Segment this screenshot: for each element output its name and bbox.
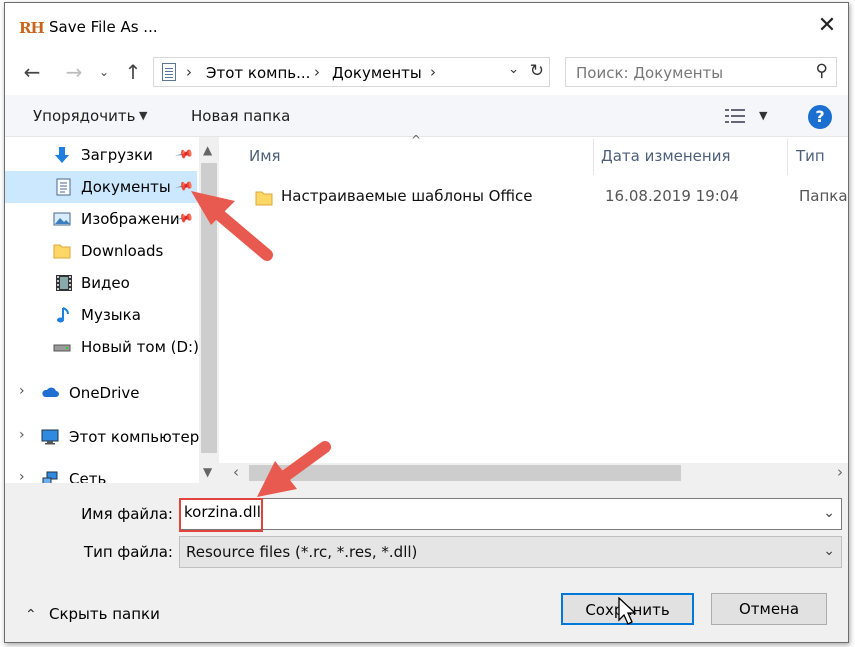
- pin-icon[interactable]: 📌: [174, 176, 194, 196]
- search-input[interactable]: Поиск: Документы: [576, 64, 723, 82]
- download-arrow-icon: [55, 147, 69, 163]
- expand-chevron-icon[interactable]: ›: [19, 427, 25, 443]
- column-header-date[interactable]: Дата изменения: [601, 147, 731, 165]
- file-date: 16.08.2019 19:04: [605, 187, 739, 205]
- view-details-icon[interactable]: [725, 108, 745, 124]
- sidebar-item-label: Музыка: [81, 306, 141, 324]
- cloud-icon: [42, 387, 59, 397]
- filetype-value: Resource files (*.rc, *.res, *.dll): [186, 543, 418, 561]
- pictures-icon: [53, 212, 71, 226]
- sidebar-item-label: Загрузки: [81, 146, 153, 164]
- title-bar: RH Save File As ... ✕: [5, 3, 848, 53]
- recent-locations-chevron-icon[interactable]: ⌄: [97, 59, 111, 85]
- video-icon: [56, 275, 72, 291]
- file-type: Папка с: [799, 187, 848, 205]
- scroll-down-icon[interactable]: ▼: [203, 465, 212, 479]
- close-icon[interactable]: ✕: [814, 13, 840, 39]
- column-header-type[interactable]: Тип: [796, 147, 825, 165]
- navigation-pane: Загрузки 📌 Документы 📌 Изображени 📌 Down…: [5, 137, 219, 483]
- sidebar-item-label: Новый том (D:): [81, 338, 199, 356]
- sidebar-item-label: Видео: [81, 274, 130, 292]
- back-arrow-icon[interactable]: ←: [19, 59, 45, 85]
- sidebar-item-network[interactable]: › Сеть: [5, 463, 197, 483]
- sidebar-item-label: Сеть: [69, 470, 107, 483]
- annotation-highlight-box: [179, 498, 263, 532]
- file-name: Настраиваемые шаблоны Office: [281, 187, 533, 205]
- hide-folders-label: Скрыть папки: [49, 605, 160, 623]
- breadcrumb-separator-icon: ›: [314, 63, 320, 81]
- music-note-icon: [57, 307, 69, 323]
- new-folder-button[interactable]: Новая папка: [191, 107, 290, 125]
- filetype-label: Тип файла:: [83, 543, 173, 561]
- table-row[interactable]: Настраиваемые шаблоны Office 16.08.2019 …: [247, 183, 848, 213]
- forward-arrow-icon[interactable]: →: [61, 59, 87, 85]
- navigation-bar: ← → ⌄ ↑ › Этот компь... › Документы › ⌄ …: [5, 53, 848, 93]
- save-button[interactable]: Сохранить: [561, 593, 694, 625]
- computer-icon: [41, 429, 59, 445]
- column-divider[interactable]: [593, 139, 594, 175]
- address-bar[interactable]: › Этот компь... › Документы › ⌄ ↻: [153, 57, 550, 87]
- sidebar-item-downloads-ru[interactable]: Загрузки 📌: [5, 139, 197, 171]
- sidebar-item-pictures[interactable]: Изображени 📌: [5, 203, 197, 235]
- filename-field[interactable]: korzina.dll ⌄: [179, 498, 842, 532]
- file-list: ^ Имя Дата изменения Тип Настраиваемые ш…: [219, 133, 848, 483]
- sidebar-item-drive-d[interactable]: Новый том (D:): [5, 331, 199, 363]
- sidebar-item-this-pc[interactable]: › Этот компьютер: [5, 421, 200, 453]
- sidebar-item-label: Downloads: [81, 242, 164, 260]
- sort-ascending-icon: ^: [411, 133, 422, 147]
- folder-icon: [53, 244, 71, 259]
- expand-chevron-icon[interactable]: ›: [19, 469, 25, 483]
- sidebar-item-music[interactable]: Музыка: [5, 299, 197, 331]
- sidebar-item-video[interactable]: Видео: [5, 267, 197, 299]
- filename-label: Имя файла:: [81, 505, 173, 523]
- filetype-select[interactable]: Resource files (*.rc, *.res, *.dll) ⌄: [179, 536, 842, 568]
- scroll-up-icon[interactable]: ▲: [203, 143, 212, 157]
- network-icon: [42, 471, 58, 483]
- cancel-button[interactable]: Отмена: [711, 593, 827, 625]
- scrollbar-thumb[interactable]: [249, 465, 681, 481]
- address-dropdown-icon[interactable]: ⌄: [508, 62, 519, 77]
- chevron-down-icon[interactable]: ⌄: [823, 505, 835, 521]
- pin-icon[interactable]: 📌: [174, 144, 194, 164]
- help-icon[interactable]: ?: [808, 105, 832, 129]
- breadcrumb-separator-icon: ›: [186, 63, 192, 81]
- app-logo-icon: RH: [19, 19, 45, 37]
- window-title: Save File As ...: [49, 18, 158, 36]
- breadcrumb-documents[interactable]: Документы: [332, 64, 422, 82]
- chevron-down-icon[interactable]: ⌄: [823, 543, 835, 559]
- sidebar-item-downloads[interactable]: Downloads: [5, 235, 197, 267]
- column-header-name[interactable]: Имя: [249, 147, 281, 165]
- search-icon[interactable]: ⚲: [816, 61, 828, 81]
- organize-button[interactable]: Упорядочить: [33, 107, 135, 125]
- sidebar-item-onedrive[interactable]: › OneDrive: [5, 377, 197, 409]
- up-arrow-icon[interactable]: ↑: [121, 59, 145, 85]
- sidebar-item-label: Изображени: [81, 210, 180, 228]
- sidebar-item-label: OneDrive: [69, 384, 140, 402]
- save-form: Имя файла: korzina.dll ⌄ Тип файла: Reso…: [5, 483, 848, 642]
- sidebar-item-documents[interactable]: Документы 📌: [5, 171, 197, 203]
- refresh-icon[interactable]: ↻: [530, 61, 544, 81]
- chevron-up-icon: ⌃: [25, 607, 37, 623]
- breadcrumb-separator-icon[interactable]: ›: [430, 63, 436, 81]
- expand-chevron-icon[interactable]: ›: [19, 383, 25, 399]
- document-icon: [56, 178, 71, 196]
- scrollbar-thumb[interactable]: [201, 163, 217, 453]
- command-toolbar: Упорядочить ▼ Новая папка ▼ ?: [5, 95, 848, 137]
- view-options-chevron-icon[interactable]: ▼: [759, 109, 767, 122]
- folder-icon: [255, 191, 273, 206]
- drive-icon: [53, 344, 71, 352]
- sidebar-scrollbar[interactable]: ▲ ▼: [199, 137, 219, 483]
- search-box[interactable]: Поиск: Документы ⚲: [565, 57, 837, 87]
- save-dialog: RH Save File As ... ✕ ← → ⌄ ↑ › Этот ком…: [4, 2, 849, 643]
- breadcrumb-this-pc[interactable]: Этот компь...: [206, 64, 310, 82]
- sidebar-item-label: Этот компьютер: [69, 428, 200, 446]
- column-divider[interactable]: [787, 139, 788, 175]
- scroll-right-icon[interactable]: ›: [837, 463, 843, 481]
- horizontal-scrollbar[interactable]: ‹ ›: [219, 463, 848, 483]
- chevron-down-icon[interactable]: ▼: [139, 109, 147, 122]
- sidebar-item-label: Документы: [81, 178, 171, 196]
- scroll-left-icon[interactable]: ‹: [233, 463, 239, 481]
- document-icon: [162, 63, 176, 81]
